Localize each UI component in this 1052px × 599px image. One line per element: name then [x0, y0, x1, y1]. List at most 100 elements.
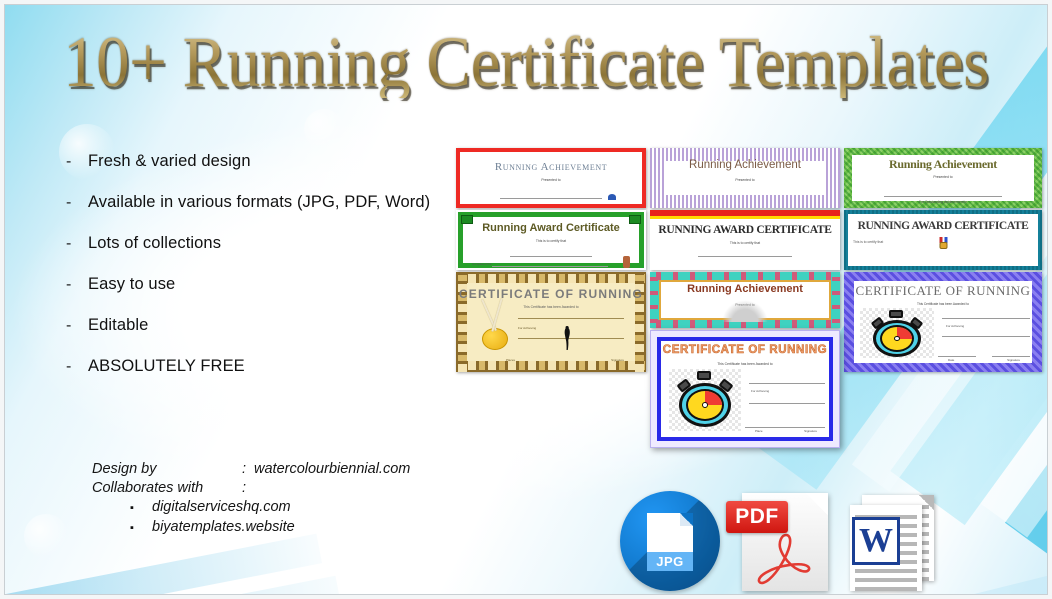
- certificate-subtitle: This Certificate has been Awarded to: [717, 362, 773, 366]
- certificate-subtitle: Presented to: [933, 175, 953, 179]
- credit-separator: :: [242, 479, 247, 496]
- certificate-thumbnail[interactable]: Running Achievement Presented to: [650, 148, 840, 208]
- signature-label-right: Signature: [804, 429, 817, 433]
- border-ornament: [650, 272, 840, 280]
- signature-line: [518, 318, 624, 319]
- feature-label: Available in various formats (JPG, PDF, …: [88, 193, 431, 211]
- certificate-thumbnail[interactable]: RUNNING AWARD CERTIFICATE This is to cer…: [650, 210, 840, 270]
- signature-line: [518, 338, 624, 339]
- certificate-subtitle: This Certificate has been Awarded to: [916, 302, 970, 306]
- certificate-title: Running Achievement: [494, 161, 608, 173]
- list-item: - Available in various formats (JPG, PDF…: [66, 193, 466, 212]
- bullet-dash: -: [66, 194, 72, 211]
- signature-line: [500, 198, 602, 199]
- border-ornament: [650, 272, 658, 328]
- certificate-thumbnail[interactable]: Running Achievement Presented to: [456, 148, 646, 208]
- border-ornament: [832, 272, 840, 328]
- signature-line: [698, 256, 792, 257]
- credit-label: Collaborates with: [92, 479, 204, 496]
- certificate-thumbnail[interactable]: Running Achievement Presented to For Out…: [844, 148, 1042, 208]
- page-fold: [680, 513, 693, 526]
- certificate-subtitle: Presented to: [541, 178, 561, 182]
- bullet-dash: -: [66, 317, 72, 334]
- credit-design-by: Design by : watercolourbiennial.com: [92, 460, 410, 479]
- signature-line: [492, 266, 608, 267]
- signature-line: [785, 427, 825, 428]
- stopwatch-icon: [675, 371, 735, 429]
- list-item: - Lots of collections: [66, 234, 466, 253]
- certificate-thumbnail[interactable]: CERTIFICATE OF RUNNING This Certificate …: [844, 272, 1042, 372]
- pdf-icon: PDF: [726, 493, 828, 591]
- certificate-subtitle: This is to certify that: [729, 241, 761, 245]
- certificate-title: Running Achievement: [687, 283, 803, 295]
- certificate-thumbnail[interactable]: CERTIFICATE OF RUNNING This Certificate …: [650, 330, 840, 448]
- feature-label: ABSOLUTELY FREE: [88, 357, 245, 375]
- jpg-icon: JPG: [620, 491, 720, 591]
- signature-line: [745, 427, 785, 428]
- slide-canvas: 10+ Running Certificate Templates - Fres…: [0, 0, 1052, 599]
- certificate-footnote: For Outstanding Achievement in: [918, 200, 968, 204]
- word-format[interactable]: W: [850, 495, 934, 591]
- credit-collaborates: Collaborates with :: [92, 479, 410, 498]
- signature-label-right: Signature: [611, 358, 624, 362]
- list-item: - ABSOLUTELY FREE: [66, 357, 466, 376]
- file-format-icons: JPG PDF W: [620, 491, 934, 591]
- partner-label: digitalserviceshq.com: [152, 499, 291, 516]
- pdf-format[interactable]: PDF: [726, 493, 828, 591]
- certificate-title: CERTIFICATE OF RUNNING: [855, 283, 1031, 298]
- credit-separator: :: [242, 461, 247, 477]
- bullet-dash: -: [66, 358, 72, 375]
- signature-line: [942, 318, 1030, 319]
- partner-item: ▪ digitalserviceshq.com: [130, 498, 410, 517]
- word-icon: W: [850, 495, 934, 591]
- feature-label: Easy to use: [88, 275, 176, 293]
- pdf-label: PDF: [726, 501, 788, 533]
- signature-label-left: Date: [948, 358, 955, 362]
- signature-line: [942, 336, 1030, 337]
- page-shape: JPG: [647, 513, 693, 571]
- bullet-dash: -: [66, 235, 72, 252]
- medal-icon: [939, 237, 948, 249]
- stopwatch-icon: [868, 310, 926, 358]
- jpg-format[interactable]: JPG: [620, 491, 720, 591]
- runner-silhouette-icon: [564, 326, 570, 350]
- list-item: - Easy to use: [66, 275, 466, 294]
- acrobat-swirl-icon: [757, 533, 811, 585]
- certificate-collage: Running Achievement Presented to Running…: [456, 148, 1042, 448]
- border-ornament: [456, 361, 646, 370]
- certificate-title: RUNNING AWARD CERTIFICATE: [658, 224, 832, 236]
- partner-label: biyatemplates.website: [152, 518, 295, 535]
- page-fold-highlight: [806, 493, 828, 515]
- certificate-thumbnail[interactable]: Running Achievement Presented to: [650, 272, 840, 328]
- certificate-title: Running Achievement: [689, 159, 801, 171]
- trophy-graphic: [722, 300, 768, 322]
- certificate-thumbnail[interactable]: Running Award Certificate This is to cer…: [456, 210, 646, 270]
- medal-icon: [481, 298, 508, 350]
- certificate-thumbnail[interactable]: RUNNING AWARD CERTIFICATE This is to cer…: [844, 210, 1042, 270]
- certificate-title: Running Achievement: [889, 157, 997, 171]
- jpg-label: JPG: [647, 552, 693, 571]
- feature-label: Lots of collections: [88, 234, 222, 252]
- partner-item: ▪ biyatemplates.website: [130, 518, 410, 537]
- signature-label-left: Place: [755, 429, 763, 433]
- signature-label-right: Signature: [1007, 358, 1020, 362]
- signature-line: [510, 256, 592, 257]
- certificate-subtitle: Presented to: [735, 178, 755, 182]
- certificate-field-label: For Achieving: [751, 389, 770, 393]
- signature-line: [884, 196, 1002, 197]
- word-label: W: [852, 517, 900, 565]
- bullet-dash: -: [66, 276, 72, 293]
- medal-disc: [482, 328, 508, 350]
- credits-block: Design by : watercolourbiennial.com Coll…: [92, 460, 410, 536]
- certificate-thumbnail[interactable]: CERTIFICATE OF RUNNING This Certificate …: [456, 272, 646, 372]
- bokeh-circle: [24, 514, 68, 558]
- square-bullet-icon: ▪: [130, 502, 134, 515]
- square-bullet-icon: ▪: [130, 521, 134, 534]
- credit-label: Design by: [92, 461, 157, 477]
- signature-label-left: Places: [506, 358, 516, 362]
- border-ornament: [456, 274, 646, 283]
- bullet-dash: -: [66, 153, 72, 170]
- feature-label: Fresh & varied design: [88, 152, 251, 170]
- credit-value: watercolourbiennial.com: [254, 461, 411, 477]
- certificate-subtitle: This is to certify that: [853, 240, 884, 244]
